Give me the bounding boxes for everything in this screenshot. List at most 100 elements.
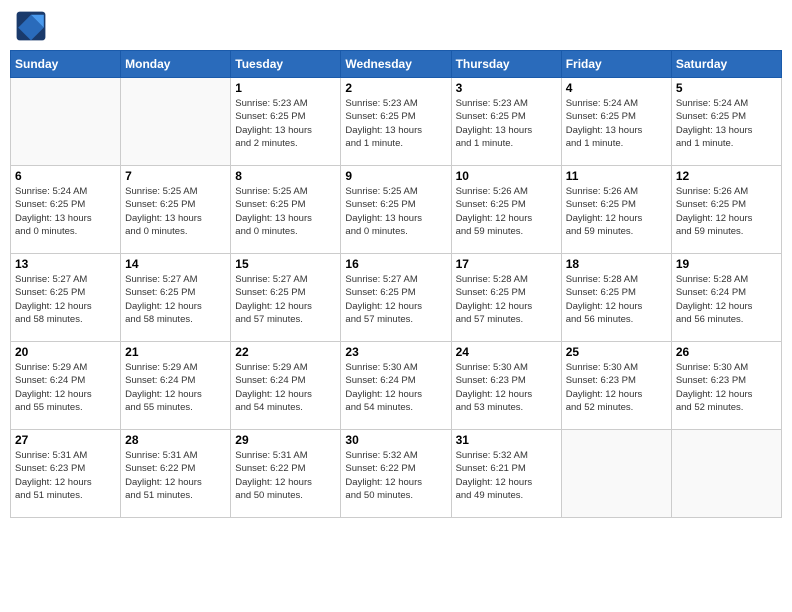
- calendar-cell: 18Sunrise: 5:28 AM Sunset: 6:25 PM Dayli…: [561, 254, 671, 342]
- day-info: Sunrise: 5:26 AM Sunset: 6:25 PM Dayligh…: [676, 185, 777, 238]
- day-number: 6: [15, 169, 116, 183]
- day-number: 25: [566, 345, 667, 359]
- weekday-header-cell: Thursday: [451, 51, 561, 78]
- weekday-header-cell: Saturday: [671, 51, 781, 78]
- calendar-week-row: 20 Sunrise: 5:29 AM Sunset: 6:24 PM Dayli…: [11, 342, 782, 430]
- day-number: 3: [456, 81, 557, 95]
- calendar-cell: 20 Sunrise: 5:29 AM Sunset: 6:24 PM Dayli…: [11, 342, 121, 430]
- logo-icon: [15, 10, 47, 42]
- day-info: Sunrise: 5:28 AM Sunset: 6:25 PM Dayligh…: [456, 273, 557, 326]
- day-info: Sunrise: 5:25 AM Sunset: 6:25 PM Dayligh…: [125, 185, 226, 238]
- day-number: 23: [345, 345, 446, 359]
- day-number: 27: [15, 433, 116, 447]
- calendar-cell: [11, 78, 121, 166]
- calendar-cell: 8 Sunrise: 5:25 AM Sunset: 6:25 PM Daylig…: [231, 166, 341, 254]
- day-number: 7: [125, 169, 226, 183]
- day-info: Sunrise: 5:30 AM Sunset: 6:23 PM Dayligh…: [566, 361, 667, 414]
- day-info: Sunrise: 5:32 AM Sunset: 6:21 PM Dayligh…: [456, 449, 557, 502]
- page-header: [10, 10, 782, 42]
- day-info: Sunrise: 5:24 AM Sunset: 6:25 PM Dayligh…: [15, 185, 116, 238]
- calendar-body: 1 Sunrise: 5:23 AM Sunset: 6:25 PM Daylig…: [11, 78, 782, 518]
- calendar-cell: 28 Sunrise: 5:31 AM Sunset: 6:22 PM Dayli…: [121, 430, 231, 518]
- day-info: Sunrise: 5:32 AM Sunset: 6:22 PM Dayligh…: [345, 449, 446, 502]
- calendar-table: SundayMondayTuesdayWednesdayThursdayFrid…: [10, 50, 782, 518]
- day-number: 12: [676, 169, 777, 183]
- calendar-cell: 25 Sunrise: 5:30 AM Sunset: 6:23 PM Dayli…: [561, 342, 671, 430]
- calendar-cell: 19Sunrise: 5:28 AM Sunset: 6:24 PM Dayli…: [671, 254, 781, 342]
- day-info: Sunrise: 5:30 AM Sunset: 6:23 PM Dayligh…: [676, 361, 777, 414]
- day-number: 30: [345, 433, 446, 447]
- day-number: 19: [676, 257, 777, 271]
- day-info: Sunrise: 5:26 AM Sunset: 6:25 PM Dayligh…: [566, 185, 667, 238]
- calendar-cell: 22 Sunrise: 5:29 AM Sunset: 6:24 PM Dayli…: [231, 342, 341, 430]
- day-info: Sunrise: 5:26 AM Sunset: 6:25 PM Dayligh…: [456, 185, 557, 238]
- weekday-header-cell: Wednesday: [341, 51, 451, 78]
- day-number: 22: [235, 345, 336, 359]
- day-number: 31: [456, 433, 557, 447]
- day-number: 8: [235, 169, 336, 183]
- day-number: 1: [235, 81, 336, 95]
- day-number: 28: [125, 433, 226, 447]
- calendar-cell: 17Sunrise: 5:28 AM Sunset: 6:25 PM Dayli…: [451, 254, 561, 342]
- calendar-cell: 3 Sunrise: 5:23 AM Sunset: 6:25 PM Daylig…: [451, 78, 561, 166]
- weekday-header-row: SundayMondayTuesdayWednesdayThursdayFrid…: [11, 51, 782, 78]
- day-number: 10: [456, 169, 557, 183]
- day-info: Sunrise: 5:27 AM Sunset: 6:25 PM Dayligh…: [15, 273, 116, 326]
- day-info: Sunrise: 5:23 AM Sunset: 6:25 PM Dayligh…: [345, 97, 446, 150]
- day-number: 18: [566, 257, 667, 271]
- day-info: Sunrise: 5:30 AM Sunset: 6:23 PM Dayligh…: [456, 361, 557, 414]
- day-number: 24: [456, 345, 557, 359]
- calendar-week-row: 13 Sunrise: 5:27 AM Sunset: 6:25 PM Dayli…: [11, 254, 782, 342]
- calendar-cell: 5 Sunrise: 5:24 AM Sunset: 6:25 PM Daylig…: [671, 78, 781, 166]
- day-info: Sunrise: 5:29 AM Sunset: 6:24 PM Dayligh…: [15, 361, 116, 414]
- day-info: Sunrise: 5:27 AM Sunset: 6:25 PM Dayligh…: [345, 273, 446, 326]
- calendar-cell: 15 Sunrise: 5:27 AM Sunset: 6:25 PM Dayli…: [231, 254, 341, 342]
- day-info: Sunrise: 5:25 AM Sunset: 6:25 PM Dayligh…: [345, 185, 446, 238]
- calendar-cell: [561, 430, 671, 518]
- day-number: 13: [15, 257, 116, 271]
- calendar-week-row: 27Sunrise: 5:31 AM Sunset: 6:23 PM Dayli…: [11, 430, 782, 518]
- day-info: Sunrise: 5:27 AM Sunset: 6:25 PM Dayligh…: [235, 273, 336, 326]
- day-number: 5: [676, 81, 777, 95]
- day-info: Sunrise: 5:24 AM Sunset: 6:25 PM Dayligh…: [566, 97, 667, 150]
- day-info: Sunrise: 5:29 AM Sunset: 6:24 PM Dayligh…: [235, 361, 336, 414]
- calendar-cell: 14 Sunrise: 5:27 AM Sunset: 6:25 PM Dayli…: [121, 254, 231, 342]
- day-info: Sunrise: 5:23 AM Sunset: 6:25 PM Dayligh…: [235, 97, 336, 150]
- calendar-cell: 27Sunrise: 5:31 AM Sunset: 6:23 PM Dayli…: [11, 430, 121, 518]
- day-number: 29: [235, 433, 336, 447]
- day-number: 9: [345, 169, 446, 183]
- logo: [15, 10, 51, 42]
- calendar-cell: 10 Sunrise: 5:26 AM Sunset: 6:25 PM Dayli…: [451, 166, 561, 254]
- calendar-cell: 31 Sunrise: 5:32 AM Sunset: 6:21 PM Dayli…: [451, 430, 561, 518]
- day-number: 14: [125, 257, 226, 271]
- weekday-header-cell: Sunday: [11, 51, 121, 78]
- calendar-week-row: 1 Sunrise: 5:23 AM Sunset: 6:25 PM Daylig…: [11, 78, 782, 166]
- day-number: 2: [345, 81, 446, 95]
- day-info: Sunrise: 5:27 AM Sunset: 6:25 PM Dayligh…: [125, 273, 226, 326]
- calendar-cell: 21Sunrise: 5:29 AM Sunset: 6:24 PM Dayli…: [121, 342, 231, 430]
- calendar-cell: 7 Sunrise: 5:25 AM Sunset: 6:25 PM Daylig…: [121, 166, 231, 254]
- calendar-cell: 24 Sunrise: 5:30 AM Sunset: 6:23 PM Dayli…: [451, 342, 561, 430]
- calendar-cell: 23Sunrise: 5:30 AM Sunset: 6:24 PM Dayli…: [341, 342, 451, 430]
- day-info: Sunrise: 5:25 AM Sunset: 6:25 PM Dayligh…: [235, 185, 336, 238]
- calendar-cell: 1 Sunrise: 5:23 AM Sunset: 6:25 PM Daylig…: [231, 78, 341, 166]
- day-info: Sunrise: 5:24 AM Sunset: 6:25 PM Dayligh…: [676, 97, 777, 150]
- day-number: 20: [15, 345, 116, 359]
- calendar-cell: 29 Sunrise: 5:31 AM Sunset: 6:22 PM Dayli…: [231, 430, 341, 518]
- calendar-cell: 9 Sunrise: 5:25 AM Sunset: 6:25 PM Daylig…: [341, 166, 451, 254]
- day-info: Sunrise: 5:31 AM Sunset: 6:22 PM Dayligh…: [235, 449, 336, 502]
- day-number: 26: [676, 345, 777, 359]
- calendar-cell: 13 Sunrise: 5:27 AM Sunset: 6:25 PM Dayli…: [11, 254, 121, 342]
- calendar-cell: 4Sunrise: 5:24 AM Sunset: 6:25 PM Daylig…: [561, 78, 671, 166]
- calendar-week-row: 6 Sunrise: 5:24 AM Sunset: 6:25 PM Daylig…: [11, 166, 782, 254]
- day-info: Sunrise: 5:31 AM Sunset: 6:22 PM Dayligh…: [125, 449, 226, 502]
- day-number: 16: [345, 257, 446, 271]
- day-number: 15: [235, 257, 336, 271]
- day-number: 11: [566, 169, 667, 183]
- weekday-header-cell: Tuesday: [231, 51, 341, 78]
- weekday-header-cell: Friday: [561, 51, 671, 78]
- calendar-cell: 26 Sunrise: 5:30 AM Sunset: 6:23 PM Dayli…: [671, 342, 781, 430]
- calendar-cell: 12 Sunrise: 5:26 AM Sunset: 6:25 PM Dayli…: [671, 166, 781, 254]
- day-number: 21: [125, 345, 226, 359]
- day-info: Sunrise: 5:23 AM Sunset: 6:25 PM Dayligh…: [456, 97, 557, 150]
